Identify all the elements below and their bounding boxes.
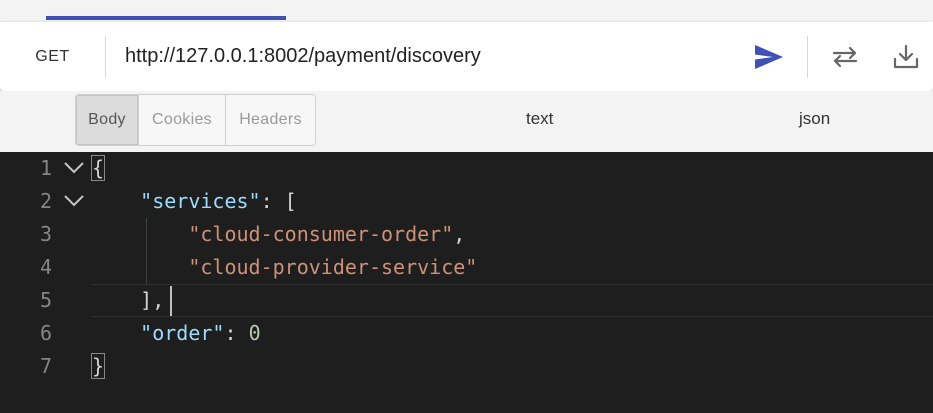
divider — [105, 36, 106, 78]
json-punct: ], — [140, 288, 165, 312]
tab-cookies[interactable]: Cookies — [139, 95, 226, 145]
chevron-down-icon[interactable] — [63, 161, 85, 175]
json-punct: , — [453, 222, 466, 246]
http-method-select[interactable]: GET — [0, 22, 105, 91]
json-brace: { — [90, 155, 106, 181]
line-number: 4 — [39, 255, 52, 279]
download-icon — [893, 44, 919, 69]
line-number: 6 — [39, 321, 52, 345]
response-tab-group: Body Cookies Headers — [75, 94, 316, 146]
download-button[interactable] — [889, 40, 923, 74]
url-input[interactable] — [125, 22, 725, 91]
code-line: 2 "services": [ — [0, 185, 933, 218]
json-punct: : — [224, 321, 249, 345]
send-button[interactable] — [752, 40, 786, 74]
line-number: 2 — [39, 189, 52, 213]
top-tab-strip — [0, 0, 933, 22]
send-icon — [755, 45, 783, 69]
line-number: 7 — [39, 354, 52, 378]
line-number: 5 — [39, 288, 52, 312]
line-number: 1 — [39, 156, 52, 180]
code-text: "order": 0 — [92, 317, 261, 350]
format-json-option[interactable]: json — [799, 94, 830, 144]
code-text: { — [90, 152, 106, 185]
code-line: 3 "cloud-consumer-order", — [0, 218, 933, 251]
request-bar: GET — [0, 22, 933, 91]
text-caret — [170, 286, 172, 316]
code-line: 6 "order": 0 — [0, 317, 933, 350]
json-string: "cloud-provider-service" — [188, 255, 478, 279]
code-text: } — [90, 350, 106, 383]
response-toolbar: Body Cookies Headers text json — [0, 91, 933, 152]
active-tab-indicator — [46, 16, 286, 20]
tab-headers[interactable]: Headers — [226, 95, 315, 145]
json-string: "cloud-consumer-order" — [188, 222, 454, 246]
code-text: "services": [ — [92, 185, 297, 218]
code-line: 4 "cloud-provider-service" — [0, 251, 933, 284]
code-line: 1 { — [0, 152, 933, 185]
code-text: ], — [92, 284, 164, 317]
json-key: "services" — [140, 189, 261, 213]
divider — [807, 36, 808, 78]
code-text: "cloud-provider-service" — [92, 251, 477, 284]
response-body-editor[interactable]: 1 { 2 "services": [ 3 "cloud-consumer-or… — [0, 152, 933, 413]
format-text-option[interactable]: text — [526, 94, 553, 144]
json-key: "order" — [140, 321, 225, 345]
code-text: "cloud-consumer-order", — [92, 218, 465, 251]
json-brace: } — [90, 353, 106, 379]
tab-body[interactable]: Body — [76, 95, 139, 145]
swap-icon — [832, 46, 858, 68]
code-line: 5 ], — [0, 284, 933, 317]
swap-button[interactable] — [828, 40, 862, 74]
code-line: 7 } — [0, 350, 933, 383]
json-number: 0 — [248, 321, 261, 345]
chevron-down-icon[interactable] — [63, 194, 85, 208]
rest-client-page: GET Body Cookies Headers tex — [0, 0, 933, 413]
json-punct: : [ — [260, 189, 297, 213]
line-number: 3 — [39, 222, 52, 246]
